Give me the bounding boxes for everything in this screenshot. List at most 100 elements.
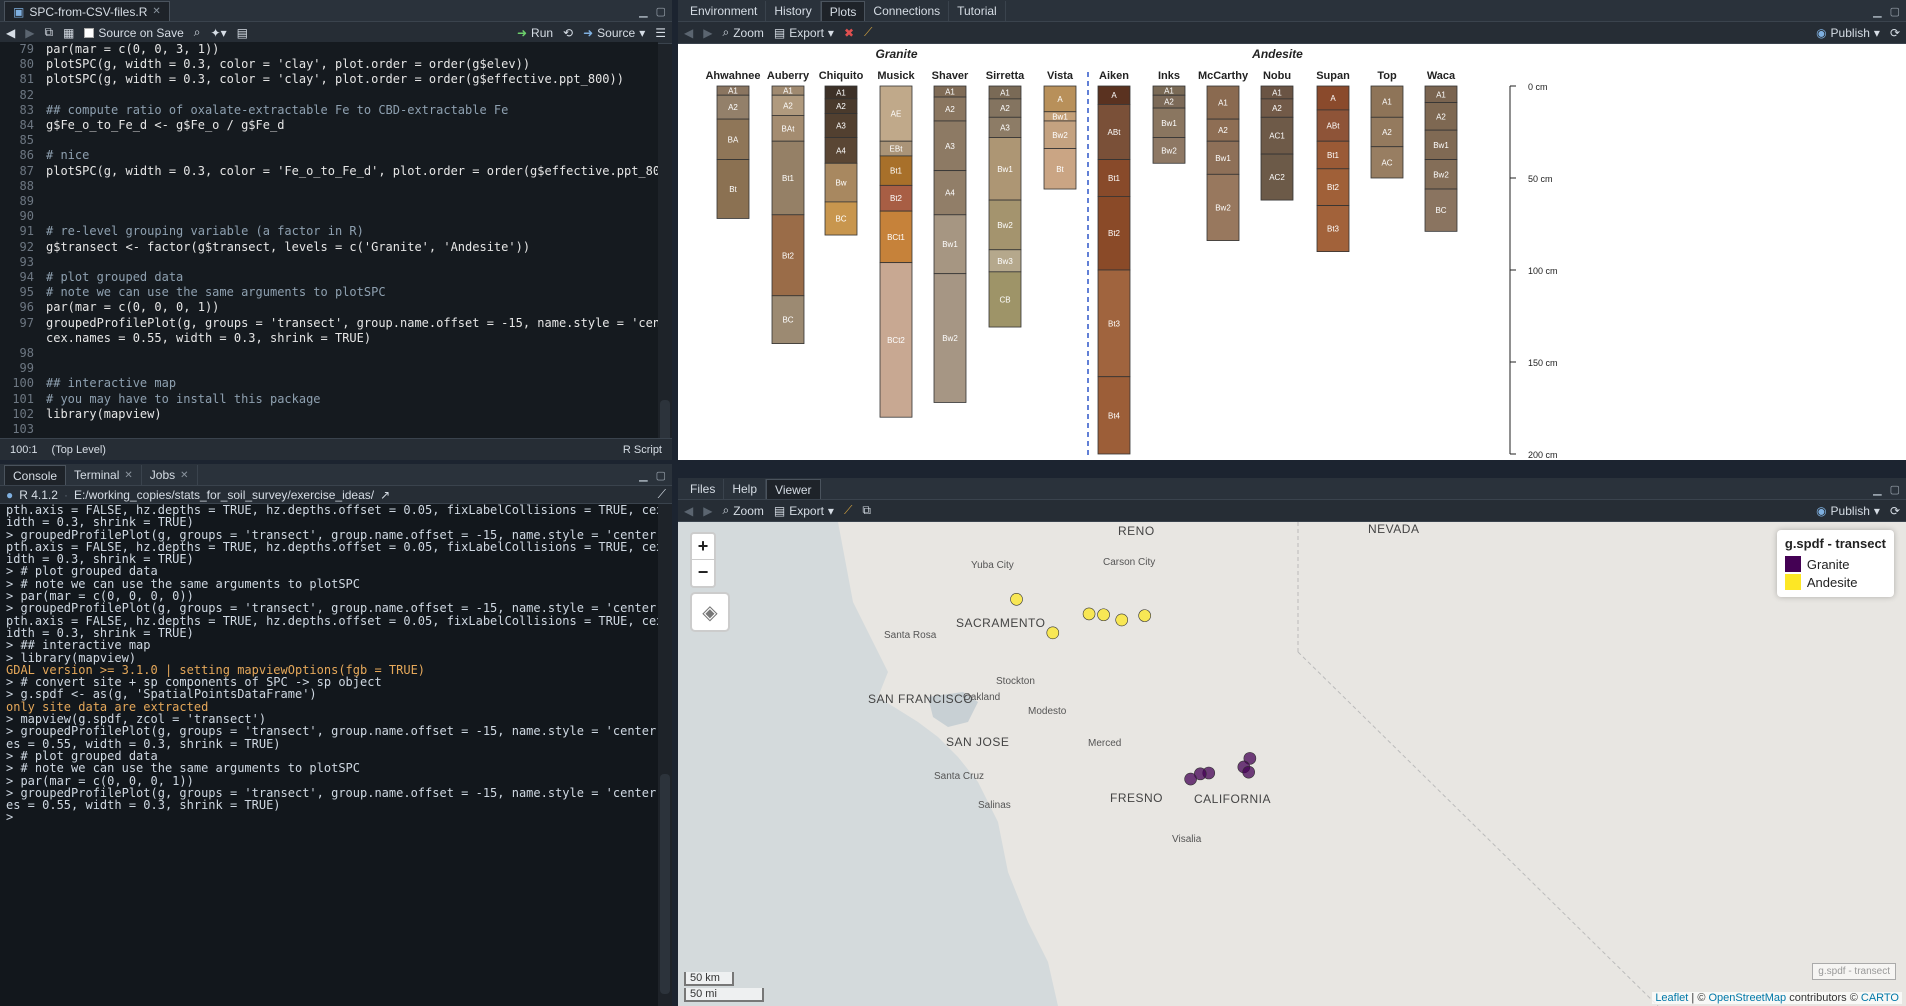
code-line[interactable]: 83 ## compute ratio of oxalate-extractabl… xyxy=(0,103,658,118)
save-icon[interactable]: ▦ xyxy=(63,26,74,40)
tab-files[interactable]: Files xyxy=(682,479,725,499)
code-line[interactable]: 95 # note we can use the same arguments t… xyxy=(0,285,658,300)
forward-arrow-icon[interactable]: ▶ xyxy=(703,26,712,40)
run-button[interactable]: ➜ Run xyxy=(517,26,553,40)
search-icon[interactable]: ⌕ xyxy=(194,25,201,40)
tab-viewer[interactable]: Viewer xyxy=(766,479,821,499)
tab-jobs[interactable]: Jobs ✕ xyxy=(142,465,198,485)
code-line[interactable]: 90 xyxy=(0,209,658,224)
leaflet-link[interactable]: Leaflet xyxy=(1655,992,1688,1004)
code-line[interactable]: 103 xyxy=(0,422,658,437)
site-point[interactable] xyxy=(1115,613,1129,627)
code-line[interactable]: 93 xyxy=(0,255,658,270)
code-line[interactable]: 94 # plot grouped data xyxy=(0,270,658,285)
minimize-icon[interactable]: ▁ xyxy=(639,5,647,18)
close-icon[interactable]: ✕ xyxy=(180,470,188,481)
code-line[interactable]: cex.names = 0.55, width = 0.3, shrink = … xyxy=(0,331,658,346)
maximize-icon[interactable]: ▢ xyxy=(656,469,666,482)
code-line[interactable]: 88 xyxy=(0,179,658,194)
publish-button[interactable]: ◉ Publish ▾ xyxy=(1816,26,1880,40)
export-button[interactable]: ▤ Export ▾ xyxy=(774,26,834,40)
editor-tab[interactable]: ▣ SPC-from-CSV-files.R ✕ xyxy=(4,1,170,21)
code-line[interactable]: 97 groupedProfilePlot(g, groups = 'transe… xyxy=(0,316,658,331)
compile-report-icon[interactable]: ▤ xyxy=(237,26,248,40)
refresh-icon[interactable]: ⟳ xyxy=(1890,26,1900,40)
forward-arrow-icon[interactable]: ▶ xyxy=(703,504,712,518)
publish-button[interactable]: ◉ Publish ▾ xyxy=(1816,504,1880,518)
goto-directory-icon[interactable]: ↗ xyxy=(380,488,390,502)
minimize-icon[interactable]: ▁ xyxy=(1873,5,1881,18)
file-type-indicator[interactable]: R Script xyxy=(623,444,662,456)
broom-icon[interactable]: ⟋ xyxy=(844,503,852,518)
code-line[interactable]: 87 plotSPC(g, width = 0.3, color = 'Fe_o_… xyxy=(0,164,658,179)
tab-tutorial[interactable]: Tutorial xyxy=(949,1,1006,21)
zoom-button[interactable]: ⌕ Zoom xyxy=(722,25,763,40)
outline-icon[interactable]: ☰ xyxy=(655,26,666,40)
minimize-icon[interactable]: ▁ xyxy=(1873,483,1881,496)
code-line[interactable]: 82 xyxy=(0,88,658,103)
carto-link[interactable]: CARTO xyxy=(1861,992,1899,1004)
working-directory[interactable]: E:/working_copies/stats_for_soil_survey/… xyxy=(74,488,374,502)
code-editor[interactable]: 79 par(mar = c(0, 0, 3, 1)) 80 plotSPC(g, w… xyxy=(0,42,658,438)
tab-terminal[interactable]: Terminal ✕ xyxy=(66,465,142,485)
minimize-icon[interactable]: ▁ xyxy=(639,469,647,482)
code-line[interactable]: 81 plotSPC(g, width = 0.3, color = 'clay'… xyxy=(0,72,658,87)
zoom-button[interactable]: ⌕ Zoom xyxy=(722,503,763,518)
maximize-icon[interactable]: ▢ xyxy=(1890,483,1900,496)
code-line[interactable]: 91 # re-level grouping variable (a factor… xyxy=(0,224,658,239)
code-line[interactable]: 85 xyxy=(0,133,658,148)
tab-history[interactable]: History xyxy=(766,1,821,21)
site-point[interactable] xyxy=(1097,608,1110,622)
osm-link[interactable]: OpenStreetMap xyxy=(1708,992,1786,1004)
rerun-icon[interactable]: ⟲ xyxy=(563,26,573,40)
show-in-window-icon[interactable]: ⧉ xyxy=(44,25,53,40)
code-line[interactable]: 102 library(mapview) xyxy=(0,407,658,422)
close-icon[interactable]: ✕ xyxy=(152,6,160,17)
close-icon[interactable]: ✕ xyxy=(124,470,132,481)
code-line[interactable]: 99 xyxy=(0,361,658,376)
tab-help[interactable]: Help xyxy=(724,479,767,499)
code-line[interactable]: 89 xyxy=(0,194,658,209)
tab-environment[interactable]: Environment xyxy=(682,1,767,21)
leaflet-map[interactable]: RENO NEVADA Yuba City Carson City SACRAMENTO… xyxy=(678,522,1906,1006)
export-button[interactable]: ▤ Export ▾ xyxy=(774,504,834,518)
broom-icon[interactable]: ⟋ xyxy=(864,25,872,40)
broom-icon[interactable]: ⟋ xyxy=(658,487,666,502)
code-line[interactable]: 101 # you may have to install this packag… xyxy=(0,392,658,407)
code-line[interactable]: 79 par(mar = c(0, 0, 3, 1)) xyxy=(0,42,658,57)
code-line[interactable]: 98 xyxy=(0,346,658,361)
code-line[interactable]: 96 par(mar = c(0, 0, 0, 1)) xyxy=(0,300,658,315)
layers-icon[interactable]: ◈ xyxy=(690,592,730,632)
show-in-window-icon[interactable]: ⧉ xyxy=(862,503,871,518)
back-arrow-icon[interactable]: ◀ xyxy=(6,26,15,40)
site-point[interactable] xyxy=(1082,607,1096,621)
refresh-icon[interactable]: ⟳ xyxy=(1890,504,1900,518)
site-point[interactable] xyxy=(1138,609,1151,622)
forward-arrow-icon[interactable]: ▶ xyxy=(25,26,34,40)
site-point[interactable] xyxy=(1046,626,1060,640)
tab-connections[interactable]: Connections xyxy=(865,1,950,21)
code-line[interactable]: 92 g$transect <- factor(g$transect, level… xyxy=(0,240,658,255)
source-on-save-checkbox[interactable]: Source on Save xyxy=(84,26,184,40)
magic-wand-icon[interactable]: ✦▾ xyxy=(211,26,227,40)
console-output[interactable]: pth.axis = FALSE, hz.depths = TRUE, hz.d… xyxy=(0,504,658,1006)
back-arrow-icon[interactable]: ◀ xyxy=(684,26,693,40)
tab-console[interactable]: Console xyxy=(4,465,67,485)
remove-plot-icon[interactable]: ✖ xyxy=(844,26,854,40)
tab-plots[interactable]: Plots xyxy=(820,1,866,21)
console-scrollbar[interactable] xyxy=(660,774,670,994)
zoom-in-button[interactable]: + xyxy=(692,534,714,560)
maximize-icon[interactable]: ▢ xyxy=(656,5,666,18)
code-line[interactable]: 100 ## interactive map xyxy=(0,376,658,391)
source-button[interactable]: ➜ Source ▾ xyxy=(583,26,645,40)
maximize-icon[interactable]: ▢ xyxy=(1890,5,1900,18)
code-line[interactable]: 80 plotSPC(g, width = 0.3, color = 'clay'… xyxy=(0,57,658,72)
scope-indicator[interactable]: (Top Level) xyxy=(52,444,106,456)
code-line[interactable]: 84 g$Fe_o_to_Fe_d <- g$Fe_o / g$Fe_d xyxy=(0,118,658,133)
site-point[interactable] xyxy=(1184,772,1197,786)
back-arrow-icon[interactable]: ◀ xyxy=(684,504,693,518)
zoom-out-button[interactable]: − xyxy=(692,560,714,586)
site-point[interactable] xyxy=(1242,765,1255,779)
site-point[interactable] xyxy=(1010,592,1023,606)
code-line[interactable]: 86 # nice xyxy=(0,148,658,163)
